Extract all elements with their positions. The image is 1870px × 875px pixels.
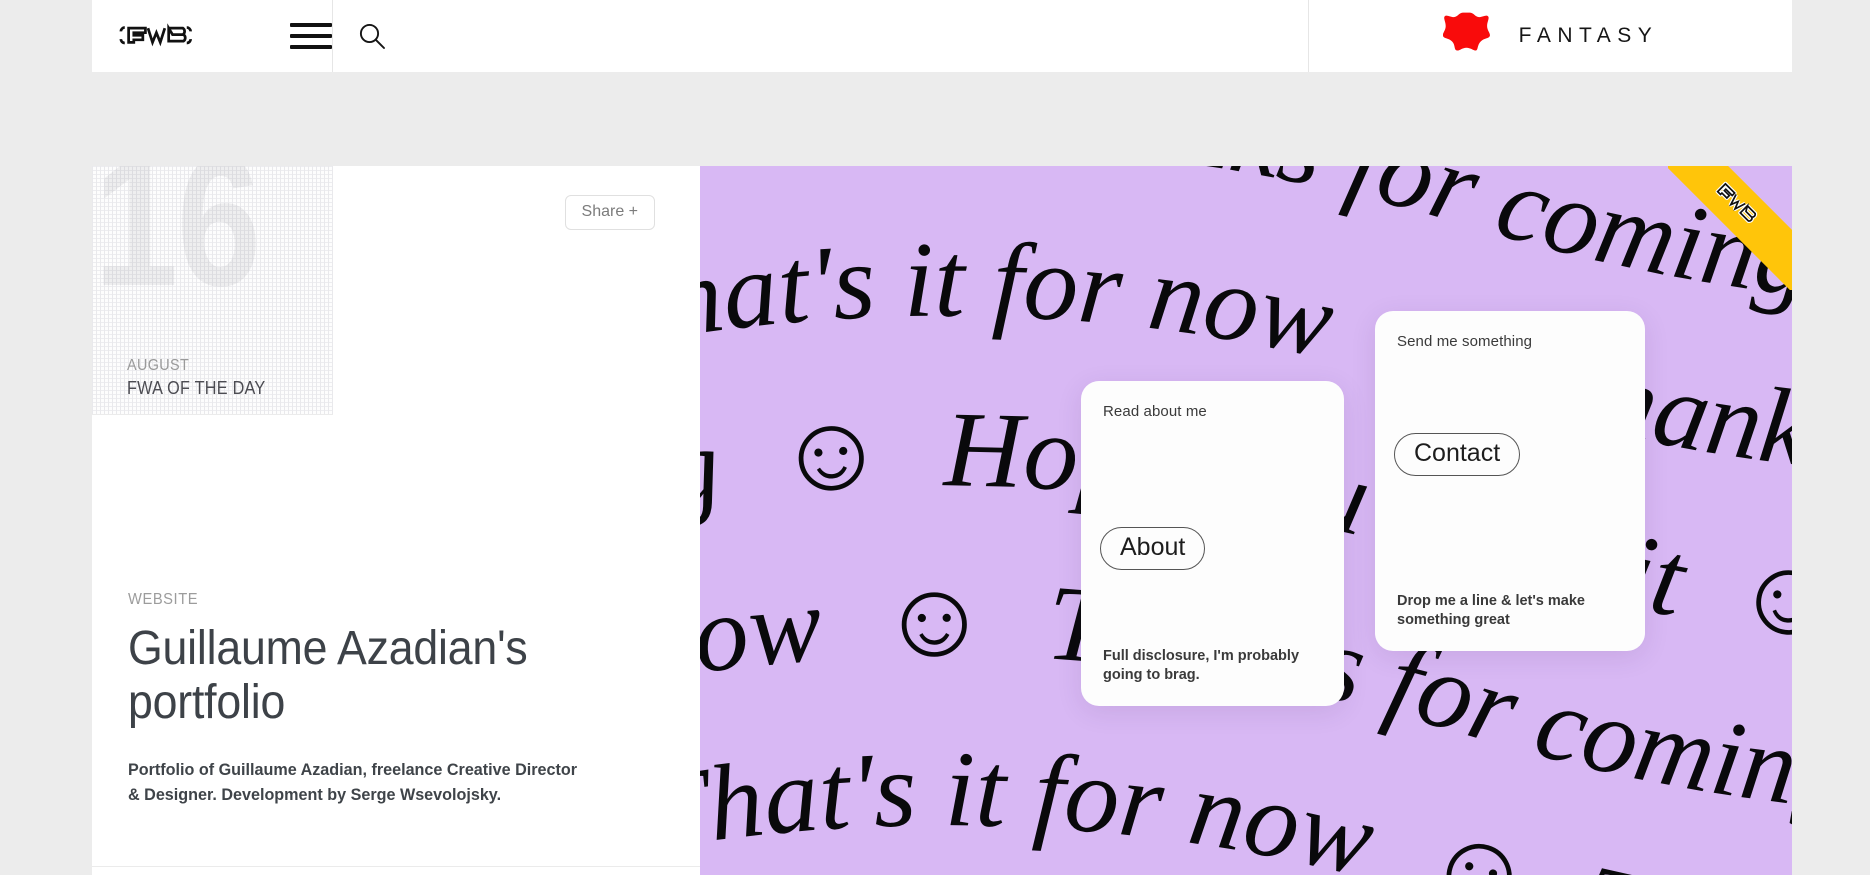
header-left-group bbox=[92, 0, 333, 72]
entry-preview-hero[interactable]: That's it for now ☺ Thanks for coming ☺ … bbox=[700, 166, 1792, 875]
contact-card-top-label: Send me something bbox=[1397, 333, 1533, 350]
entry-title[interactable]: Guillaume Azadian's portfolio bbox=[128, 622, 621, 730]
featured-entry: 16 AUGUST FWA OF THE DAY Share + WEBSITE… bbox=[92, 166, 1792, 875]
fantasy-mark-icon bbox=[1442, 9, 1497, 63]
contact-card-bottom-label: Drop me a line & let's make something gr… bbox=[1397, 592, 1585, 629]
entry-description-block: WEBSITE Guillaume Azadian's portfolio Po… bbox=[128, 591, 658, 807]
search-icon[interactable] bbox=[357, 21, 387, 51]
entry-category: WEBSITE bbox=[128, 591, 199, 608]
site-header: FANTASY bbox=[92, 0, 1792, 72]
award-day-number: 16 bbox=[94, 166, 261, 325]
burger-line-1 bbox=[289, 23, 332, 27]
award-date-tile: 16 AUGUST FWA OF THE DAY bbox=[92, 166, 333, 415]
burger-line-2 bbox=[289, 34, 332, 38]
entry-description: Portfolio of Guillaume Azadian, freelanc… bbox=[128, 760, 578, 804]
preview-card-about[interactable]: Read about me About Full disclosure, I'm… bbox=[1081, 381, 1344, 706]
search-bar[interactable] bbox=[333, 0, 1309, 72]
award-date-meta: AUGUST FWA OF THE DAY bbox=[127, 357, 281, 399]
brand-area[interactable]: FANTASY bbox=[1309, 0, 1792, 72]
award-month: AUGUST bbox=[127, 357, 190, 374]
entry-info-column: 16 AUGUST FWA OF THE DAY Share + WEBSITE… bbox=[92, 166, 764, 875]
about-card-top-label: Read about me bbox=[1103, 403, 1207, 420]
fantasy-wordmark: FANTASY bbox=[1518, 24, 1659, 47]
hamburger-menu-icon[interactable] bbox=[289, 23, 332, 49]
contact-button[interactable]: Contact bbox=[1394, 433, 1521, 476]
fwa-logo-icon[interactable] bbox=[117, 23, 195, 49]
share-button[interactable]: Share + bbox=[564, 195, 655, 230]
award-title: FWA OF THE DAY bbox=[127, 378, 266, 398]
burger-line-3 bbox=[289, 45, 332, 49]
about-button[interactable]: About bbox=[1100, 527, 1206, 570]
about-card-bottom-label: Full disclosure, I'm probably going to b… bbox=[1103, 647, 1300, 684]
preview-card-contact[interactable]: Send me something Contact Drop me a line… bbox=[1375, 311, 1645, 651]
info-divider bbox=[92, 866, 700, 867]
